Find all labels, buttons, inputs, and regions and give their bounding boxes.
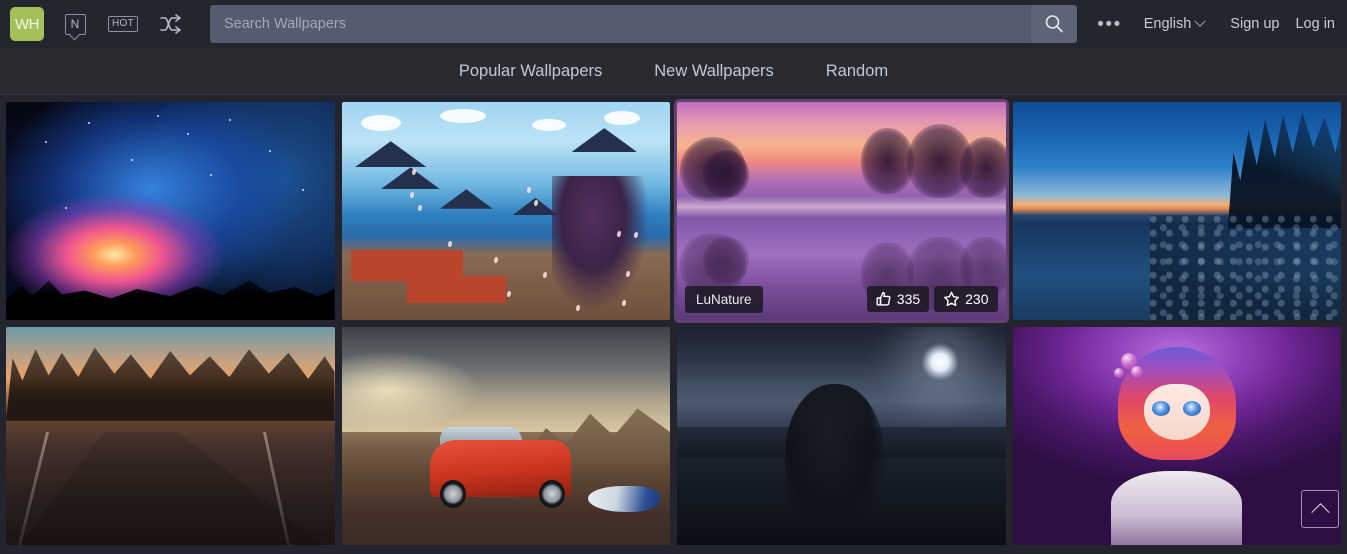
star-speck	[45, 141, 47, 143]
pebble-shore	[1150, 215, 1341, 320]
wallpaper-purple-lake[interactable]: LuNature 335 230	[677, 102, 1006, 320]
hot-tag-label: HOT	[112, 19, 134, 29]
wallpaper-anime-girl-red-hair[interactable]	[1013, 327, 1342, 545]
petal-speck	[412, 169, 416, 175]
log-in-link[interactable]: Log in	[1295, 16, 1335, 32]
search-icon	[1044, 14, 1064, 34]
anime-character	[552, 176, 651, 311]
hot-tag-shape: HOT	[108, 16, 138, 32]
nav-item-popular-wallpapers[interactable]: Popular Wallpapers	[451, 58, 610, 85]
wallpaper-red-car-mountains[interactable]	[342, 327, 671, 545]
like-count-button[interactable]: 335	[867, 286, 929, 312]
storm-sky	[342, 327, 671, 432]
petal-speck	[448, 241, 452, 247]
like-count: 335	[897, 291, 920, 307]
star-speck	[269, 150, 271, 152]
star-speck	[88, 122, 90, 124]
search-button[interactable]	[1031, 5, 1077, 43]
mist-band	[677, 196, 1006, 218]
main-navigation: Popular Wallpapers New Wallpapers Random	[0, 48, 1347, 95]
scroll-to-top-button[interactable]	[1301, 490, 1339, 528]
wallpaper-railway-forest[interactable]	[6, 327, 335, 545]
chevron-down-icon	[1195, 16, 1206, 27]
shuffle-icon[interactable]	[154, 7, 188, 41]
pine-forest	[1203, 102, 1341, 228]
chevron-up-icon	[1311, 503, 1329, 521]
wallpaper-anime-village[interactable]	[342, 102, 671, 320]
top-bar: WH N HOT ••• English	[0, 0, 1347, 48]
petal-speck	[494, 257, 498, 263]
language-label: English	[1144, 16, 1192, 32]
rooftop-shape	[381, 167, 440, 189]
tree-silhouette	[703, 150, 749, 198]
car-wheel	[539, 480, 565, 508]
wallpaper-thumbnail	[342, 327, 671, 545]
favorite-count-button[interactable]: 230	[934, 286, 997, 312]
car-wheel	[440, 480, 466, 508]
wallpaper-blue-hour-shore[interactable]	[1013, 102, 1342, 320]
cloud-shape	[440, 109, 486, 123]
star-speck	[131, 159, 133, 161]
tree-line	[6, 334, 335, 421]
terrace-shape	[407, 276, 506, 302]
tree-silhouette	[960, 137, 1006, 198]
new-tag-shape: N	[65, 14, 86, 35]
hair-ornament	[1131, 366, 1143, 378]
sign-up-link[interactable]: Sign up	[1230, 16, 1279, 32]
crouching-figure	[785, 384, 884, 532]
more-menu-button[interactable]: •••	[1091, 15, 1127, 34]
star-speck	[187, 133, 189, 135]
petal-speck	[410, 192, 414, 198]
star-speck	[210, 174, 212, 176]
wallpaper-stats: 335 230	[867, 286, 998, 312]
wallpaper-thumbnail	[1013, 102, 1342, 320]
wallpaper-grid: LuNature 335 230	[0, 95, 1347, 554]
new-tag-icon[interactable]: N	[58, 7, 92, 41]
wallpaper-space-nebula[interactable]	[6, 102, 335, 320]
site-logo-text: WH	[15, 17, 39, 32]
search-bar[interactable]	[210, 5, 1077, 43]
rooftop-shape	[440, 189, 493, 209]
petal-speck	[543, 272, 547, 278]
hot-tag-icon[interactable]: HOT	[106, 7, 140, 41]
wallpaper-thumbnail	[1013, 327, 1342, 545]
wallpaper-thumbnail	[6, 102, 335, 320]
hair-ornament	[1114, 368, 1124, 378]
nav-item-new-wallpapers[interactable]: New Wallpapers	[646, 58, 782, 85]
star-icon	[943, 291, 960, 307]
search-input[interactable]	[210, 5, 1031, 43]
star-speck	[229, 119, 231, 121]
top-bar-right-tools: ••• English Sign up Log in	[1077, 15, 1335, 34]
shuffle-glyph	[159, 14, 183, 34]
petal-speck	[418, 205, 422, 211]
cloud-shape	[532, 119, 566, 131]
rooftop-shape	[355, 141, 427, 167]
petal-speck	[527, 187, 531, 193]
petal-speck	[617, 231, 621, 237]
site-logo[interactable]: WH	[10, 7, 44, 41]
petal-speck	[507, 291, 511, 297]
wallpaper-catwoman-rooftop[interactable]	[677, 327, 1006, 545]
nav-item-random[interactable]: Random	[818, 58, 896, 85]
wallpaper-thumbnail	[6, 327, 335, 545]
cloud-shape	[361, 115, 401, 131]
star-speck	[157, 115, 159, 117]
parachute	[588, 486, 660, 512]
wallpaper-hover-overlay: LuNature 335 230	[677, 278, 1006, 320]
language-selector[interactable]: English	[1144, 16, 1205, 32]
star-speck	[65, 207, 67, 209]
tree-silhouette	[861, 128, 914, 193]
star-speck	[302, 189, 304, 191]
wallpaper-thumbnail	[342, 102, 671, 320]
wallpaper-thumbnail	[677, 327, 1006, 545]
character-dress	[1111, 471, 1242, 545]
rooftop-shape	[571, 128, 637, 152]
new-tag-label: N	[71, 18, 80, 30]
cloud-shape	[604, 111, 640, 125]
uploader-name[interactable]: LuNature	[685, 286, 763, 313]
thumbs-up-icon	[876, 291, 892, 307]
favorite-count: 230	[965, 291, 988, 307]
moon-glow	[920, 342, 960, 382]
